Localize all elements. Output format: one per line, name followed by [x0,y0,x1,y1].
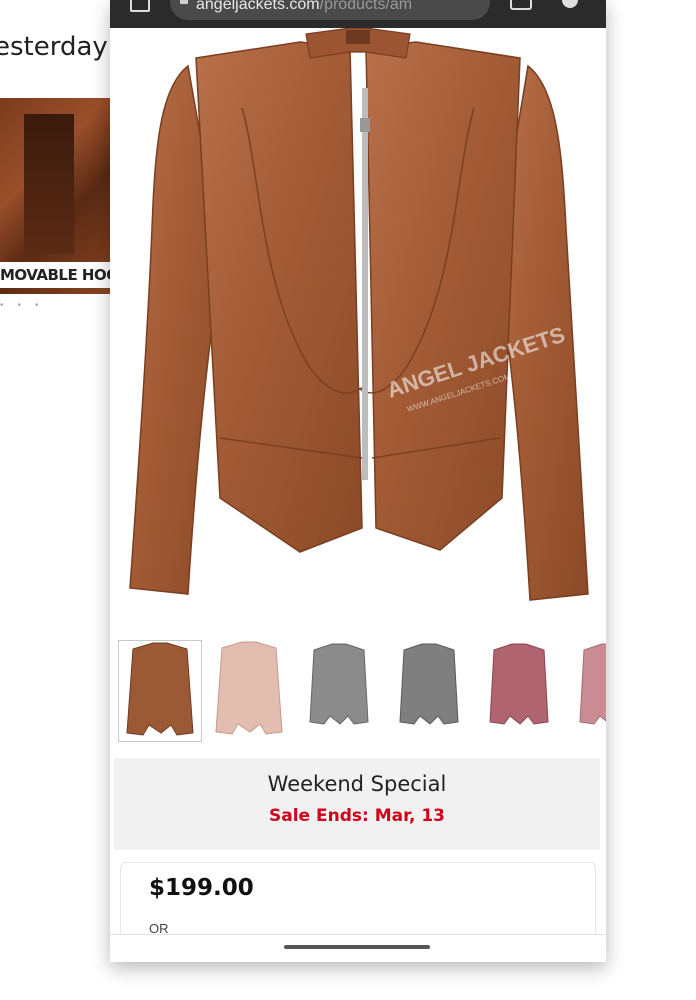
image-caption: MOVABLE HOOD [0,262,112,288]
sale-end-text: Sale Ends: Mar, 13 [268,806,446,826]
background-product-image: MOVABLE HOOD [0,98,112,294]
thumbnail-strip [110,640,606,746]
home-gesture-handle[interactable] [284,945,430,949]
background-card[interactable]: esterday MOVABLE HOOD ••• [0,0,112,320]
promo-title: Weekend Special [267,772,447,796]
thumbnail-light-pink[interactable] [208,640,292,742]
thumbnail-tan-brown[interactable] [118,640,202,742]
system-nav-bar [110,934,606,962]
menu-icon[interactable] [562,0,578,8]
product-hero-image[interactable]: ANGEL JACKETS WWW.ANGELJACKETS.COM [110,28,606,628]
promo-banner: Weekend Special Sale Ends: Mar, 13 [114,758,600,850]
carousel-dots: ••• [0,300,53,311]
product-price: $199.00 [149,875,254,901]
thumbnail-pink[interactable] [568,640,606,742]
tabs-icon[interactable] [510,0,532,10]
thumbnail-dark-gray[interactable] [388,640,472,742]
lock-icon [180,0,188,4]
url-path: /products/am [319,0,413,13]
url-bar[interactable]: angeljackets.com/products/am [170,0,490,20]
thumbnail-rose[interactable] [478,640,562,742]
browser-toolbar: angeljackets.com/products/am [110,0,606,28]
home-icon[interactable] [130,0,150,12]
url-host: angeljackets.com [196,0,320,13]
timestamp-text: esterday [0,32,108,62]
thumbnail-gray[interactable] [298,640,382,742]
phone-screen: angeljackets.com/products/am ANGEL JACKE… [110,0,606,962]
